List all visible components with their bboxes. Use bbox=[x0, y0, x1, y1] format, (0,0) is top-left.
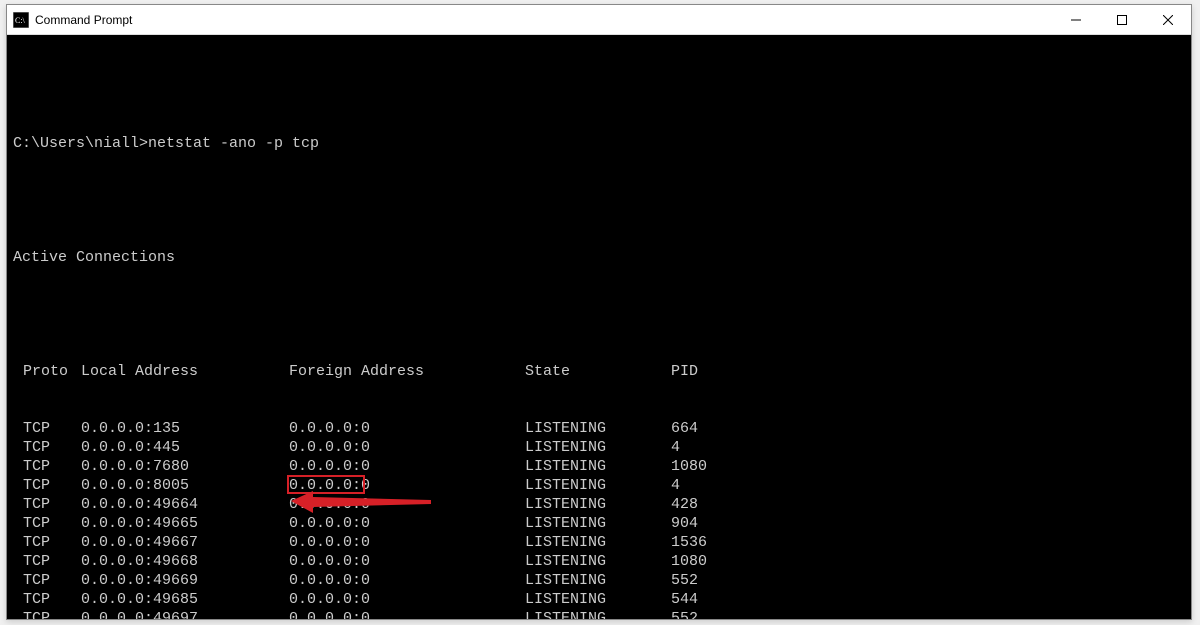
cell-state: LISTENING bbox=[525, 438, 671, 457]
cell-proto: TCP bbox=[13, 476, 81, 495]
cell-local: 0.0.0.0:7680 bbox=[81, 457, 289, 476]
cell-state: LISTENING bbox=[525, 571, 671, 590]
cell-local: 0.0.0.0:49665 bbox=[81, 514, 289, 533]
maximize-button[interactable] bbox=[1099, 5, 1145, 34]
prompt-line-1: C:\Users\niall>netstat -ano -p tcp bbox=[13, 134, 1185, 153]
cell-foreign: 0.0.0.0:0 bbox=[289, 609, 525, 619]
command-text: netstat -ano -p tcp bbox=[148, 135, 319, 152]
cell-local: 0.0.0.0:49669 bbox=[81, 571, 289, 590]
cell-pid: 1080 bbox=[671, 552, 751, 571]
table-row: TCP0.0.0.0:496640.0.0.0:0LISTENING428 bbox=[13, 495, 1185, 514]
cell-proto: TCP bbox=[13, 552, 81, 571]
table-row: TCP0.0.0.0:496970.0.0.0:0LISTENING552 bbox=[13, 609, 1185, 619]
section-header: Active Connections bbox=[13, 248, 1185, 267]
cell-proto: TCP bbox=[13, 533, 81, 552]
cell-pid: 428 bbox=[671, 495, 751, 514]
cell-foreign: 0.0.0.0:0 bbox=[289, 514, 525, 533]
table-row: TCP0.0.0.0:1350.0.0.0:0LISTENING664 bbox=[13, 419, 1185, 438]
cell-pid: 4 bbox=[671, 438, 751, 457]
cell-proto: TCP bbox=[13, 571, 81, 590]
prompt-path: C:\Users\niall> bbox=[13, 135, 148, 152]
cell-foreign: 0.0.0.0:0 bbox=[289, 476, 525, 495]
cell-state: LISTENING bbox=[525, 533, 671, 552]
cell-pid: 552 bbox=[671, 571, 751, 590]
cell-proto: TCP bbox=[13, 590, 81, 609]
cell-pid: 1080 bbox=[671, 457, 751, 476]
cell-foreign: 0.0.0.0:0 bbox=[289, 495, 525, 514]
close-button[interactable] bbox=[1145, 5, 1191, 34]
table-row: TCP0.0.0.0:496690.0.0.0:0LISTENING552 bbox=[13, 571, 1185, 590]
cell-foreign: 0.0.0.0:0 bbox=[289, 533, 525, 552]
cell-foreign: 0.0.0.0:0 bbox=[289, 590, 525, 609]
table-row: TCP0.0.0.0:80050.0.0.0:0LISTENING4 bbox=[13, 476, 1185, 495]
cell-proto: TCP bbox=[13, 495, 81, 514]
cell-proto: TCP bbox=[13, 514, 81, 533]
window-title: Command Prompt bbox=[35, 13, 1053, 27]
cell-local: 0.0.0.0:135 bbox=[81, 419, 289, 438]
table-header-row: Proto Local Address Foreign Address Stat… bbox=[13, 362, 1185, 381]
cell-proto: TCP bbox=[13, 457, 81, 476]
cell-local: 0.0.0.0:49697 bbox=[81, 609, 289, 619]
cell-pid: 1536 bbox=[671, 533, 751, 552]
cell-state: LISTENING bbox=[525, 590, 671, 609]
cell-state: LISTENING bbox=[525, 552, 671, 571]
blank-line bbox=[13, 77, 1185, 96]
command-prompt-window: C:\ Command Prompt C:\Users\niall>netsta… bbox=[6, 4, 1192, 620]
cell-state: LISTENING bbox=[525, 514, 671, 533]
svg-text:C:\: C:\ bbox=[15, 16, 26, 25]
header-pid: PID bbox=[671, 362, 751, 381]
header-local: Local Address bbox=[81, 362, 289, 381]
cmd-icon: C:\ bbox=[13, 12, 29, 28]
cell-local: 0.0.0.0:49667 bbox=[81, 533, 289, 552]
cell-foreign: 0.0.0.0:0 bbox=[289, 419, 525, 438]
cell-pid: 544 bbox=[671, 590, 751, 609]
cell-state: LISTENING bbox=[525, 457, 671, 476]
cell-local: 0.0.0.0:445 bbox=[81, 438, 289, 457]
title-bar: C:\ Command Prompt bbox=[7, 5, 1191, 35]
cell-foreign: 0.0.0.0:0 bbox=[289, 571, 525, 590]
cell-pid: 904 bbox=[671, 514, 751, 533]
cell-local: 0.0.0.0:49668 bbox=[81, 552, 289, 571]
cell-local: 0.0.0.0:49664 bbox=[81, 495, 289, 514]
cell-state: LISTENING bbox=[525, 495, 671, 514]
cell-state: LISTENING bbox=[525, 419, 671, 438]
cell-proto: TCP bbox=[13, 419, 81, 438]
cell-local: 0.0.0.0:49685 bbox=[81, 590, 289, 609]
cell-proto: TCP bbox=[13, 609, 81, 619]
cell-pid: 552 bbox=[671, 609, 751, 619]
blank-line bbox=[13, 191, 1185, 210]
header-foreign: Foreign Address bbox=[289, 362, 525, 381]
cell-foreign: 0.0.0.0:0 bbox=[289, 438, 525, 457]
blank-line bbox=[13, 305, 1185, 324]
cell-pid: 4 bbox=[671, 476, 751, 495]
header-proto: Proto bbox=[13, 362, 81, 381]
table-row: TCP0.0.0.0:496850.0.0.0:0LISTENING544 bbox=[13, 590, 1185, 609]
header-state: State bbox=[525, 362, 671, 381]
cell-state: LISTENING bbox=[525, 476, 671, 495]
cell-foreign: 0.0.0.0:0 bbox=[289, 457, 525, 476]
cell-local: 0.0.0.0:8005 bbox=[81, 476, 289, 495]
table-row: TCP0.0.0.0:76800.0.0.0:0LISTENING1080 bbox=[13, 457, 1185, 476]
terminal-output[interactable]: C:\Users\niall>netstat -ano -p tcp Activ… bbox=[7, 35, 1191, 619]
table-row: TCP0.0.0.0:496680.0.0.0:0LISTENING1080 bbox=[13, 552, 1185, 571]
table-body: TCP0.0.0.0:1350.0.0.0:0LISTENING664TCP0.… bbox=[13, 419, 1185, 619]
cell-foreign: 0.0.0.0:0 bbox=[289, 552, 525, 571]
cell-state: LISTENING bbox=[525, 609, 671, 619]
table-row: TCP0.0.0.0:496650.0.0.0:0LISTENING904 bbox=[13, 514, 1185, 533]
table-row: TCP0.0.0.0:496670.0.0.0:0LISTENING1536 bbox=[13, 533, 1185, 552]
cell-pid: 664 bbox=[671, 419, 751, 438]
window-controls bbox=[1053, 5, 1191, 34]
cell-proto: TCP bbox=[13, 438, 81, 457]
table-row: TCP0.0.0.0:4450.0.0.0:0LISTENING4 bbox=[13, 438, 1185, 457]
minimize-button[interactable] bbox=[1053, 5, 1099, 34]
